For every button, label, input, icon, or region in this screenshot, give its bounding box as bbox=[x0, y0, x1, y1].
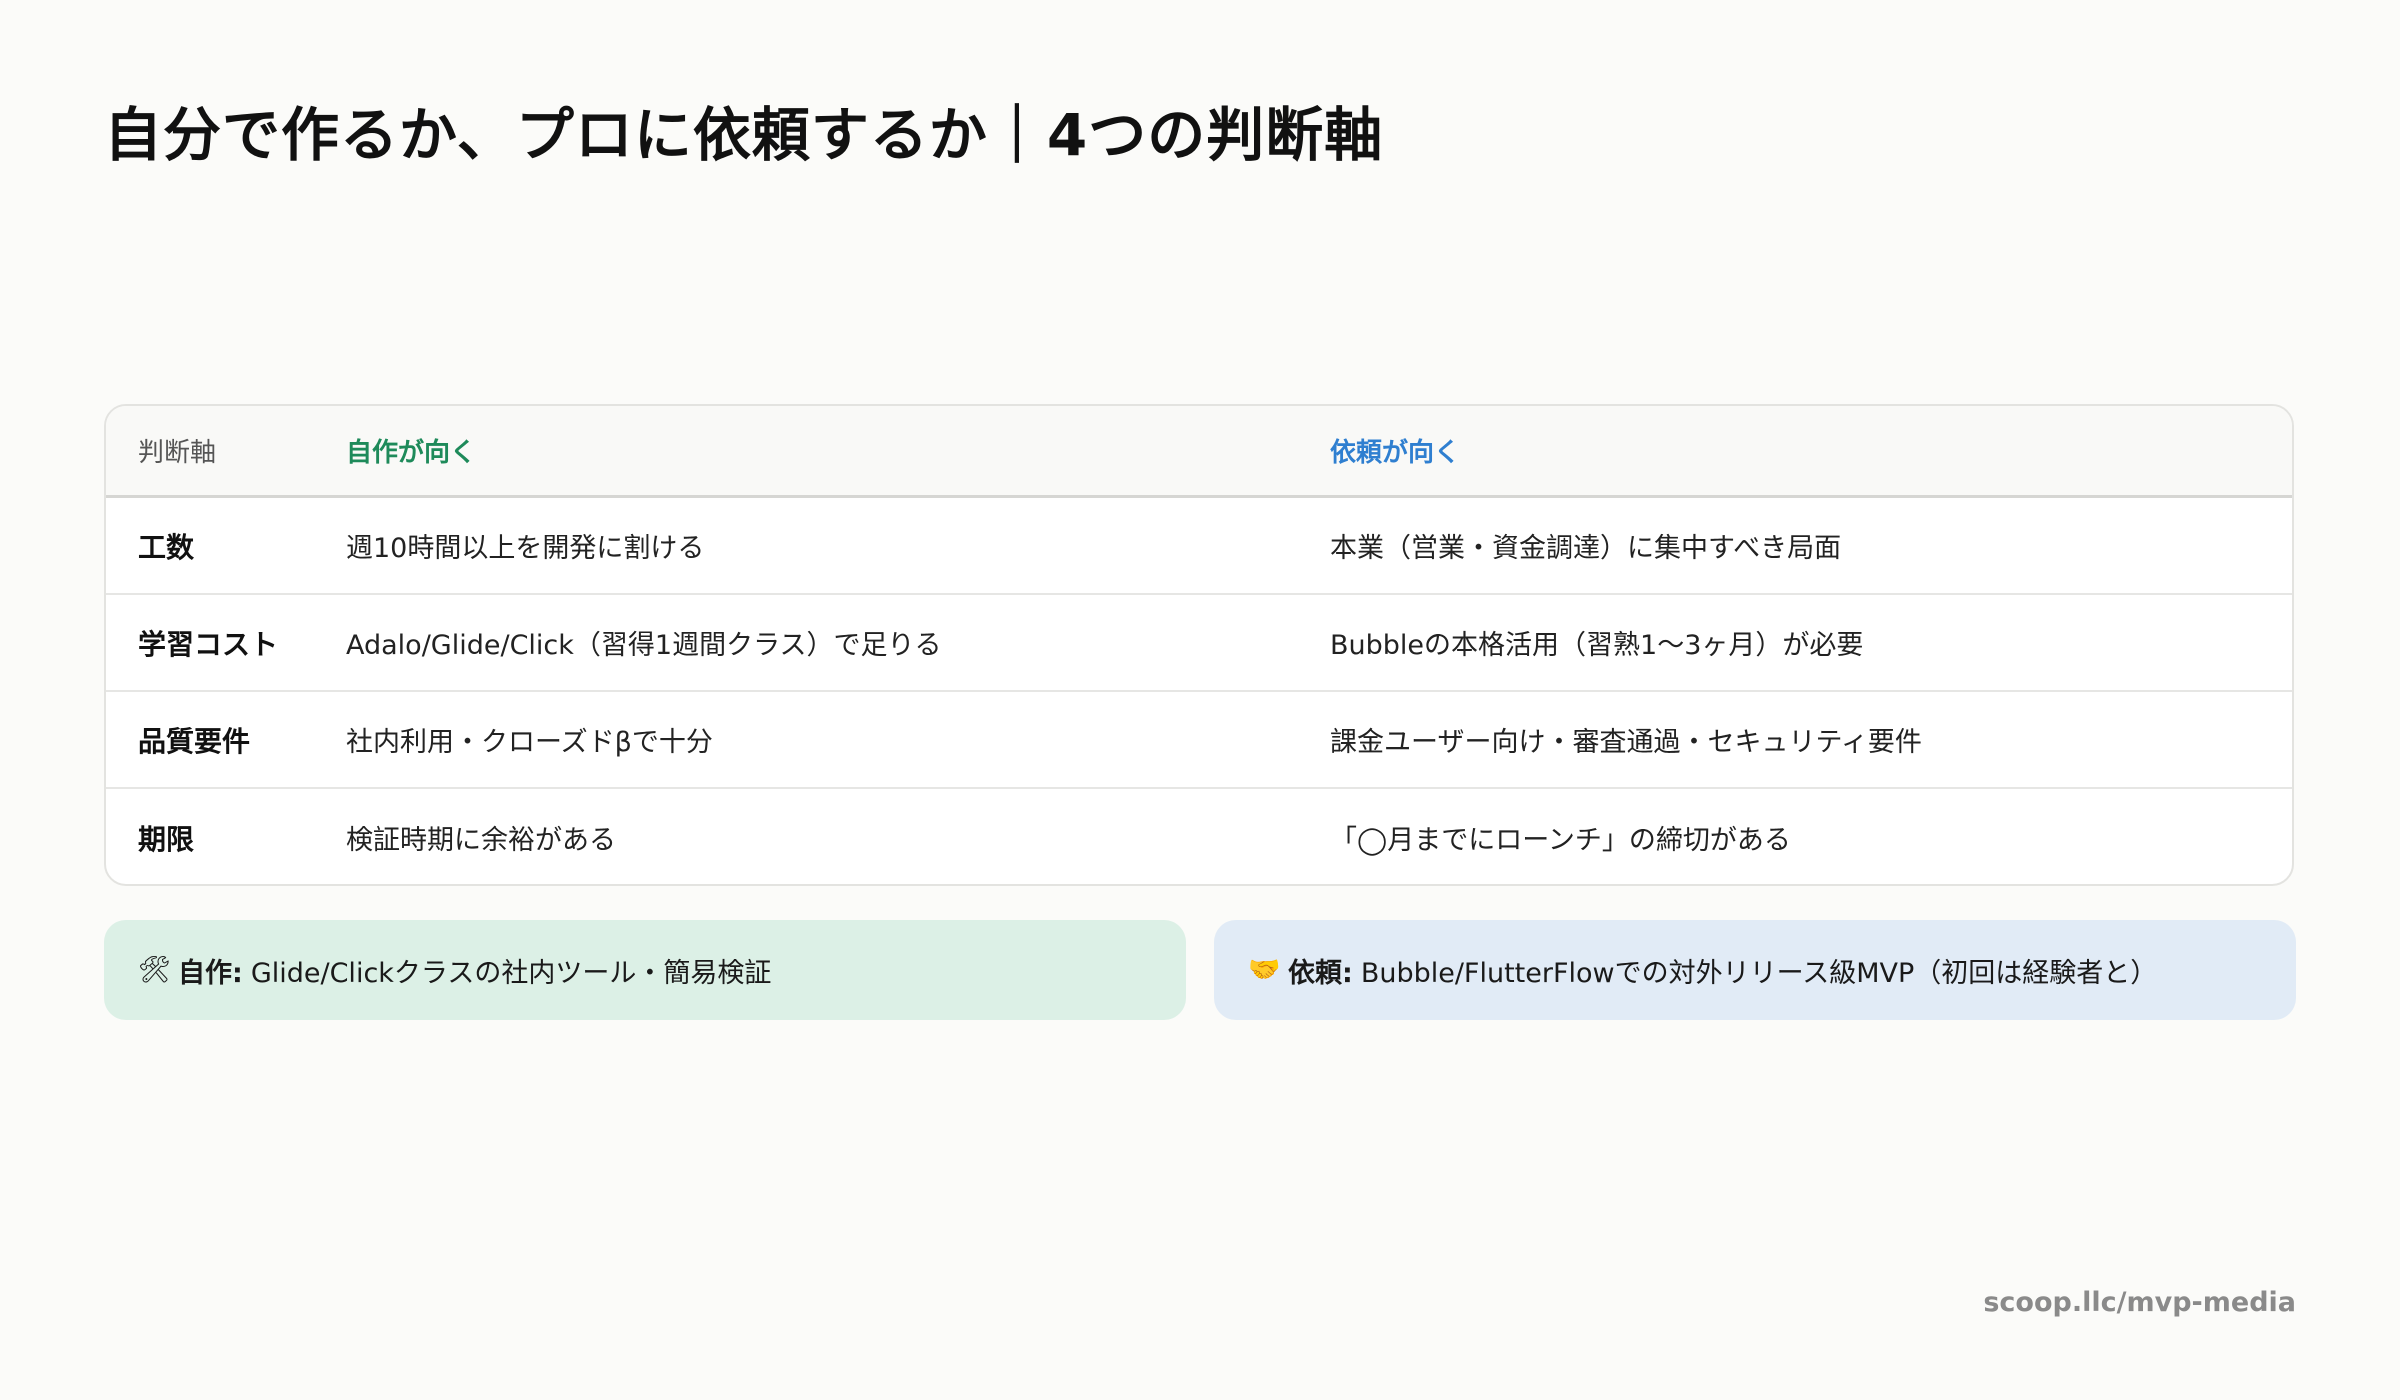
row-axis: 工数 bbox=[138, 530, 195, 564]
row-axis: 学習コスト bbox=[138, 627, 279, 661]
footer-url: scoop.llc/mvp-media bbox=[1983, 1287, 2296, 1318]
decision-table: 判断軸 自作が向く 依頼が向く 工数 週10時間以上を開発に割ける 本業（営業・… bbox=[104, 404, 2294, 886]
table-header: 判断軸 自作が向く 依頼が向く bbox=[106, 406, 2292, 498]
table-row: 工数 週10時間以上を開発に割ける 本業（営業・資金調達）に集中すべき局面 bbox=[106, 498, 2292, 595]
callout-self: 🛠 自作: Glide/Clickクラスの社内ツール・簡易検証 bbox=[104, 920, 1186, 1020]
callout-self-label: 自作: bbox=[178, 957, 243, 989]
row-self: 社内利用・クローズドβで十分 bbox=[346, 727, 713, 758]
callout-self-text: Glide/Clickクラスの社内ツール・簡易検証 bbox=[250, 957, 772, 989]
callout-request: 🤝 依頼: Bubble/FlutterFlowでの対外リリース級MVP（初回は… bbox=[1214, 920, 2296, 1020]
header-request: 依頼が向く bbox=[1330, 438, 1461, 468]
row-axis: 品質要件 bbox=[138, 724, 251, 758]
header-axis: 判断軸 bbox=[138, 438, 217, 468]
tools-icon: 🛠 bbox=[138, 955, 172, 985]
header-self: 自作が向く bbox=[346, 438, 477, 468]
row-request: Bubbleの本格活用（習熟1〜3ヶ月）が必要 bbox=[1330, 630, 1864, 661]
table-row: 学習コスト Adalo/Glide/Click（習得1週間クラス）で足りる Bu… bbox=[106, 595, 2292, 692]
callout-request-label: 依頼: bbox=[1288, 957, 1353, 989]
table-row: 期限 検証時期に余裕がある 「◯月までにローンチ」の締切がある bbox=[106, 789, 2292, 884]
page-title: 自分で作るか、プロに依頼するか｜4つの判断軸 bbox=[104, 101, 1384, 169]
callout-request-text: Bubble/FlutterFlowでの対外リリース級MVP（初回は経験者と） bbox=[1360, 957, 2158, 989]
row-axis: 期限 bbox=[138, 822, 195, 856]
row-request: 「◯月までにローンチ」の締切がある bbox=[1330, 825, 1791, 856]
row-self: Adalo/Glide/Click（習得1週間クラス）で足りる bbox=[346, 630, 942, 661]
handshake-icon: 🤝 bbox=[1248, 955, 1281, 985]
row-self: 週10時間以上を開発に割ける bbox=[346, 533, 705, 564]
table-row: 品質要件 社内利用・クローズドβで十分 課金ユーザー向け・審査通過・セキュリティ… bbox=[106, 692, 2292, 789]
row-request: 本業（営業・資金調達）に集中すべき局面 bbox=[1330, 533, 1842, 564]
row-request: 課金ユーザー向け・審査通過・セキュリティ要件 bbox=[1330, 727, 1922, 758]
row-self: 検証時期に余裕がある bbox=[346, 825, 616, 856]
